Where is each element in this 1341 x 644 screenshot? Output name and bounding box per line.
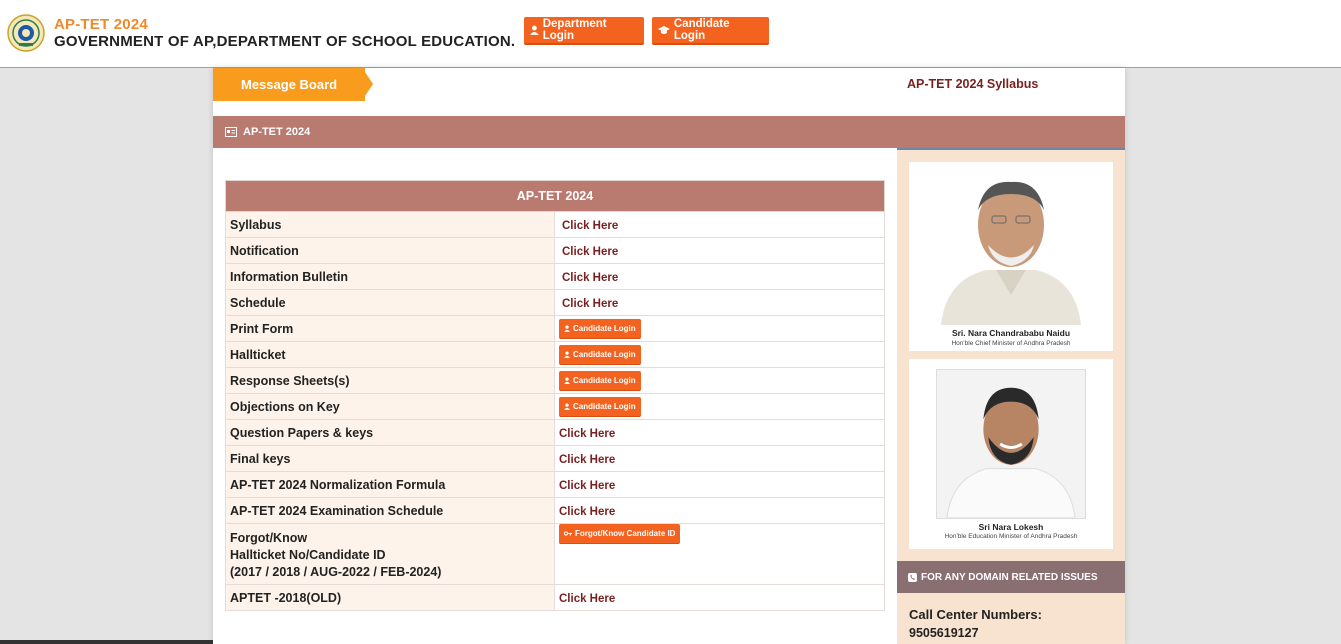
forgot-label-line2: Hallticket No/Candidate ID [230,548,386,562]
syllabus-click-here-link[interactable]: Click Here [559,220,618,232]
user-icon [564,377,570,384]
marquee-syllabus-link[interactable]: AP-TET 2024 Syllabus [907,77,1038,91]
information-bulletin-click-here-link[interactable]: Click Here [559,272,618,284]
message-board-tab: Message Board [213,68,373,101]
table-row: Objections on Key Candidate Login [225,393,885,420]
print-form-candidate-login-button[interactable]: Candidate Login [559,318,641,339]
chief-minister-name: Sri. Nara Chandrababu Naidu [951,328,1071,338]
call-center-number: 9505619127 [909,626,979,640]
key-icon [564,531,572,536]
row-label-hallticket: Hallticket [225,341,555,368]
forgot-know-candidate-id-button[interactable]: Forgot/Know Candidate ID [559,524,681,544]
exam-schedule-click-here-link[interactable]: Click Here [559,506,615,518]
row-label-objections-on-key: Objections on Key [225,393,555,420]
table-row: APTET -2018(OLD) Click Here [225,584,885,611]
table-row: Question Papers & keys Click Here [225,419,885,446]
user-icon [564,325,570,332]
row-label-question-papers: Question Papers & keys [225,419,555,446]
top-header: AP-TET 2024 GOVERNMENT OF AP,DEPARTMENT … [0,0,1341,68]
row-label-syllabus: Syllabus [225,211,555,238]
table-row: Information Bulletin Click Here [225,263,885,290]
table-row: Response Sheets(s) Candidate Login [225,367,885,394]
main-content: Message Board AP-TET 2024 Syllabus AP-TE… [213,68,1125,644]
table-row: Forgot/Know Hallticket No/Candidate ID (… [225,523,885,585]
table-row: AP-TET 2024 Normalization Formula Click … [225,471,885,498]
education-minister-portrait [936,369,1086,519]
chief-minister-card: Sri. Nara Chandrababu Naidu Hon'ble Chie… [909,162,1113,351]
table-row: Schedule Click Here [225,289,885,316]
schedule-click-here-link[interactable]: Click Here [559,298,618,310]
forgot-label-line1: Forgot/Know [230,531,308,545]
department-login-button[interactable]: Department Login [524,17,644,45]
domain-issues-label: FOR ANY DOMAIN RELATED ISSUES [921,571,1098,583]
row-label-schedule: Schedule [225,289,555,316]
table-row: Notification Click Here [225,237,885,264]
notification-click-here-link[interactable]: Click Here [559,246,618,258]
right-sidebar: Sri. Nara Chandrababu Naidu Hon'ble Chie… [897,148,1125,644]
education-minister-role: Hon'ble Education Minister of Andhra Pra… [944,533,1078,540]
hallticket-candidate-login-button[interactable]: Candidate Login [559,344,641,365]
forgot-label-line3: (2017 / 2018 / AUG-2022 / FEB-2024) [230,565,442,579]
row-label-examination-schedule: AP-TET 2024 Examination Schedule [225,497,555,524]
section-header: AP-TET 2024 [213,116,1125,148]
response-sheets-candidate-login-button[interactable]: Candidate Login [559,370,641,391]
forgot-know-label: Forgot/Know Candidate ID [575,529,676,538]
graduation-cap-icon [658,26,670,34]
ap-emblem-logo [7,14,45,52]
row-label-forgot-know: Forgot/Know Hallticket No/Candidate ID (… [225,523,555,585]
row-label-information-bulletin: Information Bulletin [225,263,555,290]
table-row: Final keys Click Here [225,445,885,472]
chief-minister-portrait [926,170,1096,325]
message-board-label: Message Board [241,77,338,92]
site-title: AP-TET 2024 [54,16,148,33]
row-label-final-keys: Final keys [225,445,555,472]
department-login-label: Department Login [542,18,607,42]
phone-icon [908,572,917,582]
normalization-click-here-link[interactable]: Click Here [559,480,615,492]
chief-minister-role: Hon'ble Chief Minister of Andhra Pradesh [951,340,1071,347]
table-row: Print Form Candidate Login [225,315,885,342]
domain-issues-bar: FOR ANY DOMAIN RELATED ISSUES [897,561,1125,593]
site-subtitle: GOVERNMENT OF AP,DEPARTMENT OF SCHOOL ED… [54,33,516,50]
aptet-2018-click-here-link[interactable]: Click Here [559,593,615,605]
candidate-login-label: Candidate Login [673,18,730,42]
candidate-login-button[interactable]: Candidate Login [652,17,769,45]
user-icon [530,25,539,35]
aptet-links-table: AP-TET 2024 Syllabus Click Here Notifica… [225,180,885,611]
objections-candidate-login-button[interactable]: Candidate Login [559,396,641,417]
final-keys-click-here-link[interactable]: Click Here [559,454,615,466]
bottom-strip [0,640,213,644]
table-row: AP-TET 2024 Examination Schedule Click H… [225,497,885,524]
call-center-title: Call Center Numbers: [909,607,1042,622]
question-papers-click-here-link[interactable]: Click Here [559,428,615,440]
user-icon [564,403,570,410]
row-label-print-form: Print Form [225,315,555,342]
table-row: Hallticket Candidate Login [225,341,885,368]
candidate-login-label: Candidate Login [573,401,636,411]
candidate-login-label: Candidate Login [573,349,636,359]
education-minister-name: Sri Nara Lokesh [978,522,1044,532]
id-card-icon [225,127,237,137]
user-icon [564,351,570,358]
row-label-notification: Notification [225,237,555,264]
candidate-login-label: Candidate Login [573,323,636,333]
row-label-response-sheets: Response Sheets(s) [225,367,555,394]
education-minister-card: Sri Nara Lokesh Hon'ble Education Minist… [909,359,1113,549]
table-row: Syllabus Click Here [225,211,885,238]
row-label-normalization-formula: AP-TET 2024 Normalization Formula [225,471,555,498]
row-label-aptet-2018-old: APTET -2018(OLD) [225,584,555,611]
section-title: AP-TET 2024 [243,126,311,138]
candidate-login-label: Candidate Login [573,375,636,385]
table-header: AP-TET 2024 [225,180,885,212]
